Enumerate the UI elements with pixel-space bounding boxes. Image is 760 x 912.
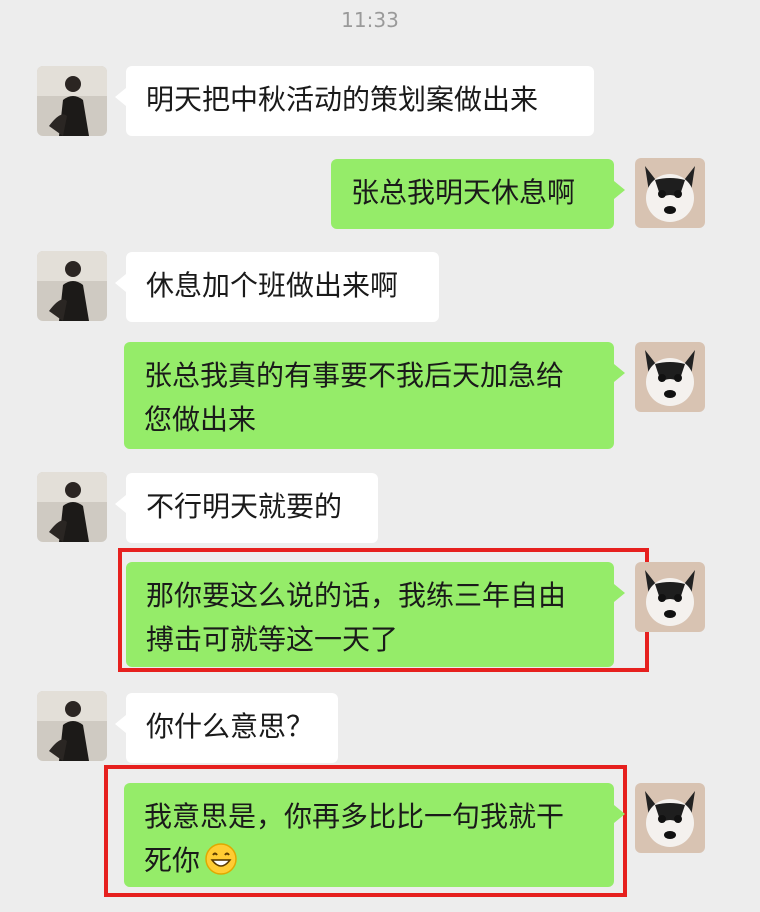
message-bubble-incoming[interactable]: 你什么意思？ [115,693,338,763]
sender-avatar[interactable] [37,251,107,321]
self-avatar[interactable] [635,562,705,632]
message-bubble-incoming[interactable]: 明天把中秋活动的策划案做出来 [115,66,594,136]
sender-avatar[interactable] [37,66,107,136]
message-text: 休息加个班做出来啊 [146,269,399,302]
message-bubble-incoming[interactable]: 休息加个班做出来啊 [115,252,439,322]
message-text-line: 那你要这么说的话，我练三年自由 [146,579,567,612]
message-text-line: 您做出来 [144,403,257,436]
message-text-line: 搏击可就等这一天了 [146,623,399,656]
sender-avatar[interactable] [37,691,107,761]
sender-avatar[interactable] [37,472,107,542]
message-text: 张总我明天休息啊 [351,176,576,209]
message-text: 明天把中秋活动的策划案做出来 [146,83,539,116]
message-text-line: 死你 [144,839,594,883]
message-text: 不行明天就要的 [146,490,343,523]
self-avatar[interactable] [635,783,705,853]
grinning-face-emoji [204,842,238,876]
self-avatar[interactable] [635,342,705,412]
message-text-line: 张总我真的有事要不我后天加急给 [144,359,565,392]
message-text: 你什么意思？ [146,710,315,743]
message-bubble-outgoing[interactable]: 那你要这么说的话，我练三年自由 搏击可就等这一天了 [126,562,625,667]
message-bubble-outgoing[interactable]: 张总我真的有事要不我后天加急给 您做出来 [124,342,625,449]
message-bubble-outgoing[interactable]: 我意思是，你再多比比一句我就干 死你 [124,783,625,887]
self-avatar[interactable] [635,158,705,228]
timestamp: 11:33 [341,8,399,32]
message-bubble-outgoing[interactable]: 张总我明天休息啊 [331,159,625,229]
message-text-line: 我意思是，你再多比比一句我就干 [144,800,565,833]
message-bubble-incoming[interactable]: 不行明天就要的 [115,473,378,543]
message-text: 死你 [144,844,201,877]
